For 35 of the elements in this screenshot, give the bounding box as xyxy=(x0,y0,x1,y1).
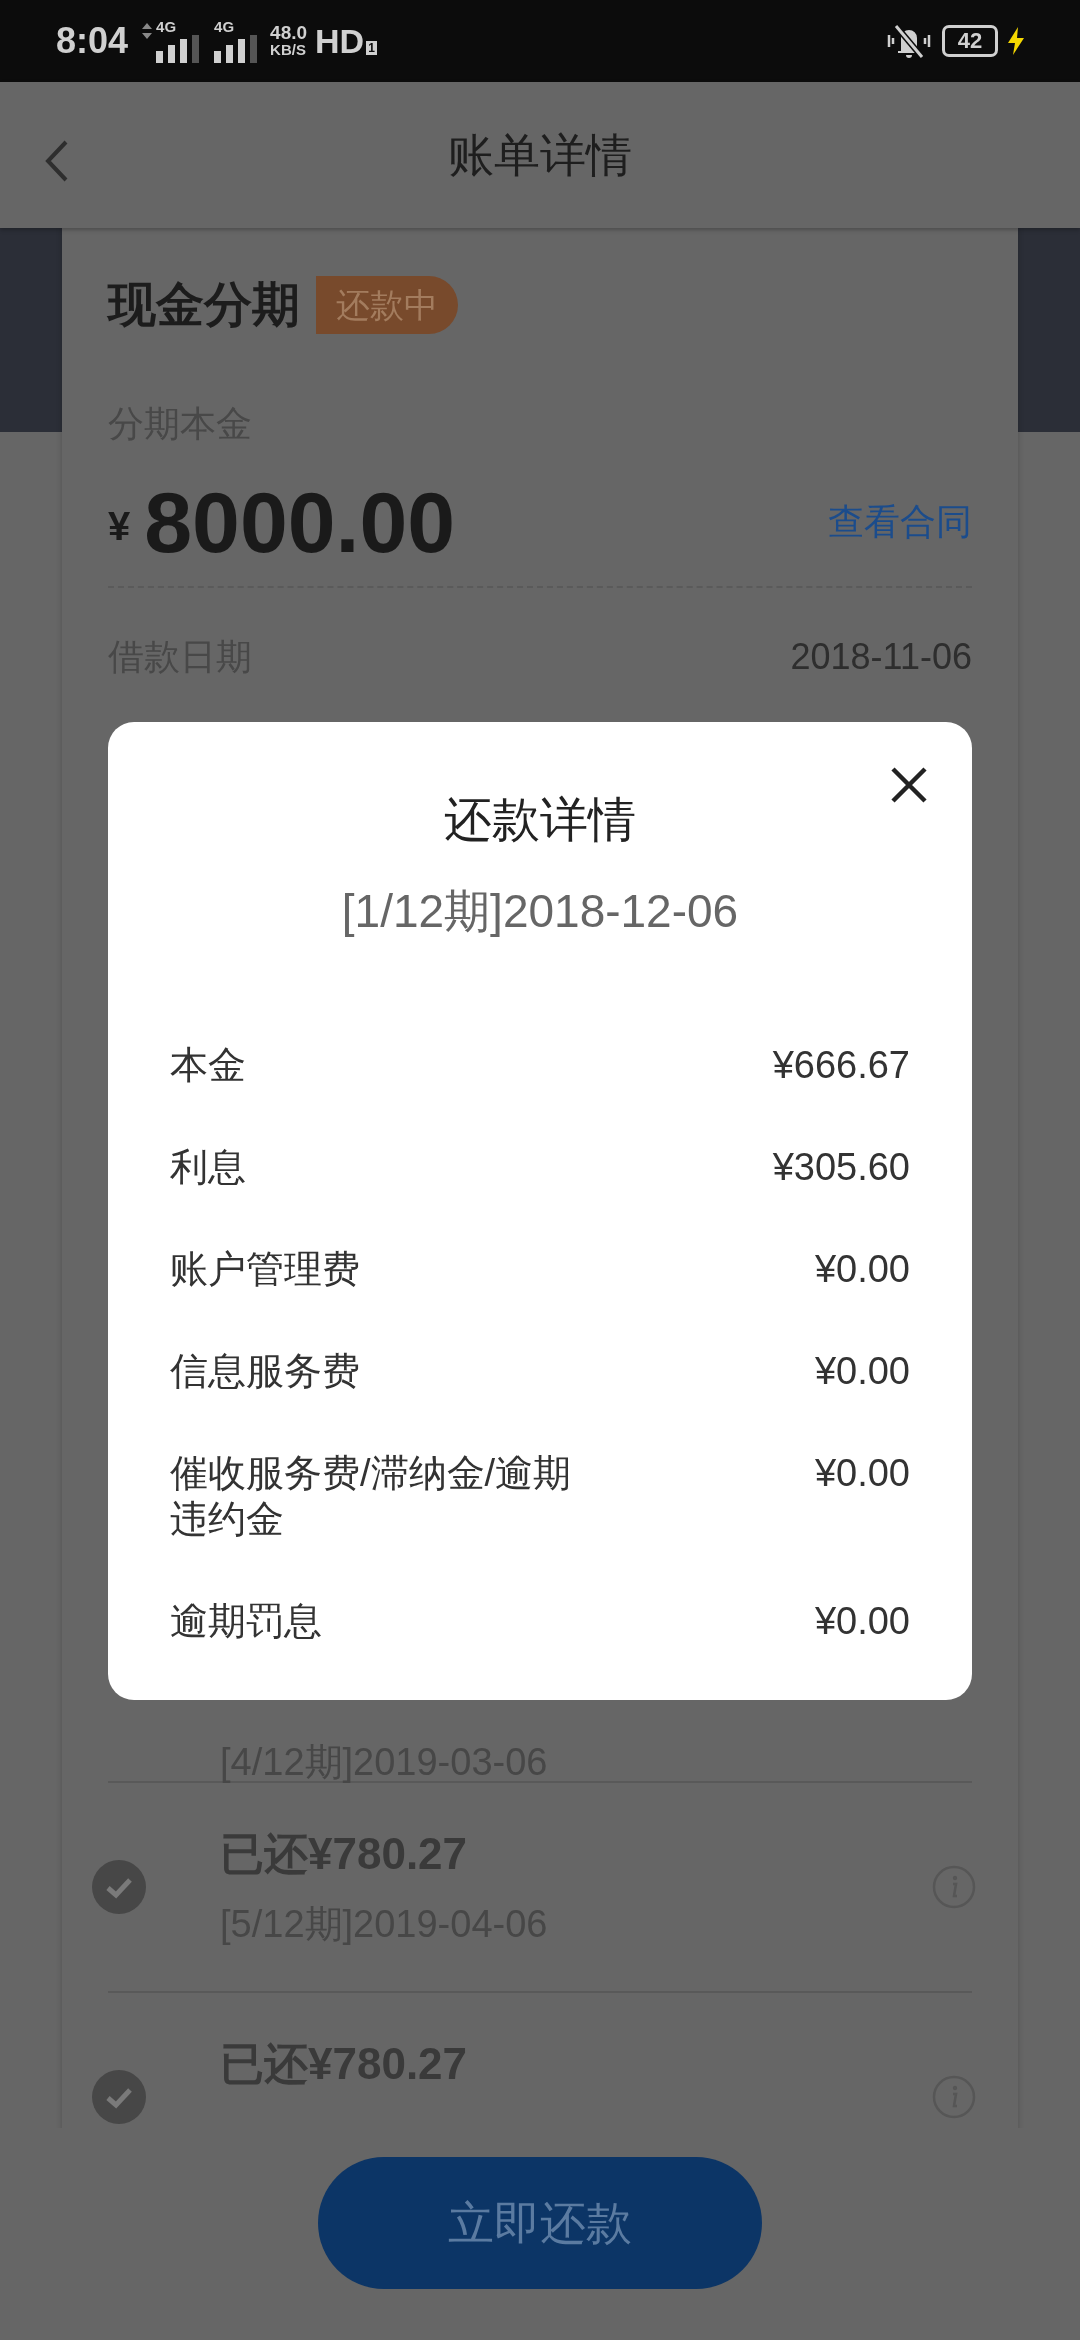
fee-amount: ¥0.00 xyxy=(814,1599,910,1644)
fee-amount: ¥0.00 xyxy=(814,1247,910,1292)
signal-icon xyxy=(214,35,259,63)
hd-index: 1 xyxy=(366,41,377,55)
fee-label: 本金 xyxy=(170,1043,246,1088)
signal-icon xyxy=(156,35,201,63)
dialog-subtitle: [1/12期]2018-12-06 xyxy=(341,884,739,939)
back-icon[interactable] xyxy=(44,139,70,183)
principal-amount: 8000.00 xyxy=(144,482,456,562)
data-arrows-icon xyxy=(142,23,153,39)
network-type: 4G xyxy=(156,19,177,35)
repay-now-button[interactable]: 立即还款 xyxy=(318,2157,762,2289)
contract-link[interactable]: 查看合同 xyxy=(828,495,972,549)
fee-label: 逾期罚息 xyxy=(170,1599,322,1644)
loan-title: 现金分期 xyxy=(108,277,300,333)
speed-unit: KB/S xyxy=(270,41,307,58)
date-value: 2018-11-06 xyxy=(790,635,972,679)
clock-time: 8:04 xyxy=(56,19,129,63)
page-title: 账单详情 xyxy=(448,127,632,183)
fee-amount: ¥305.60 xyxy=(772,1145,910,1190)
fee-label: 账户管理费 xyxy=(170,1247,360,1292)
hd-label: HD xyxy=(315,20,365,62)
fee-amount: ¥0.00 xyxy=(814,1349,910,1394)
network-type: 4G xyxy=(214,19,235,35)
currency-symbol: ¥ xyxy=(108,503,131,550)
fee-label: 信息服务费 xyxy=(170,1349,360,1394)
close-icon[interactable] xyxy=(890,766,928,804)
charging-bolt-icon xyxy=(1008,27,1024,55)
speed-value: 48.0 xyxy=(270,24,308,41)
battery-level: 42 xyxy=(957,30,983,52)
fee-amount: ¥0.00 xyxy=(814,1451,910,1496)
fee-amount: ¥666.67 xyxy=(772,1043,910,1088)
fee-label: 催收服务费/滞纳金/逾期违约金 xyxy=(170,1451,573,1542)
dialog-title: 还款详情 xyxy=(444,792,636,848)
fee-label: 利息 xyxy=(170,1145,246,1190)
